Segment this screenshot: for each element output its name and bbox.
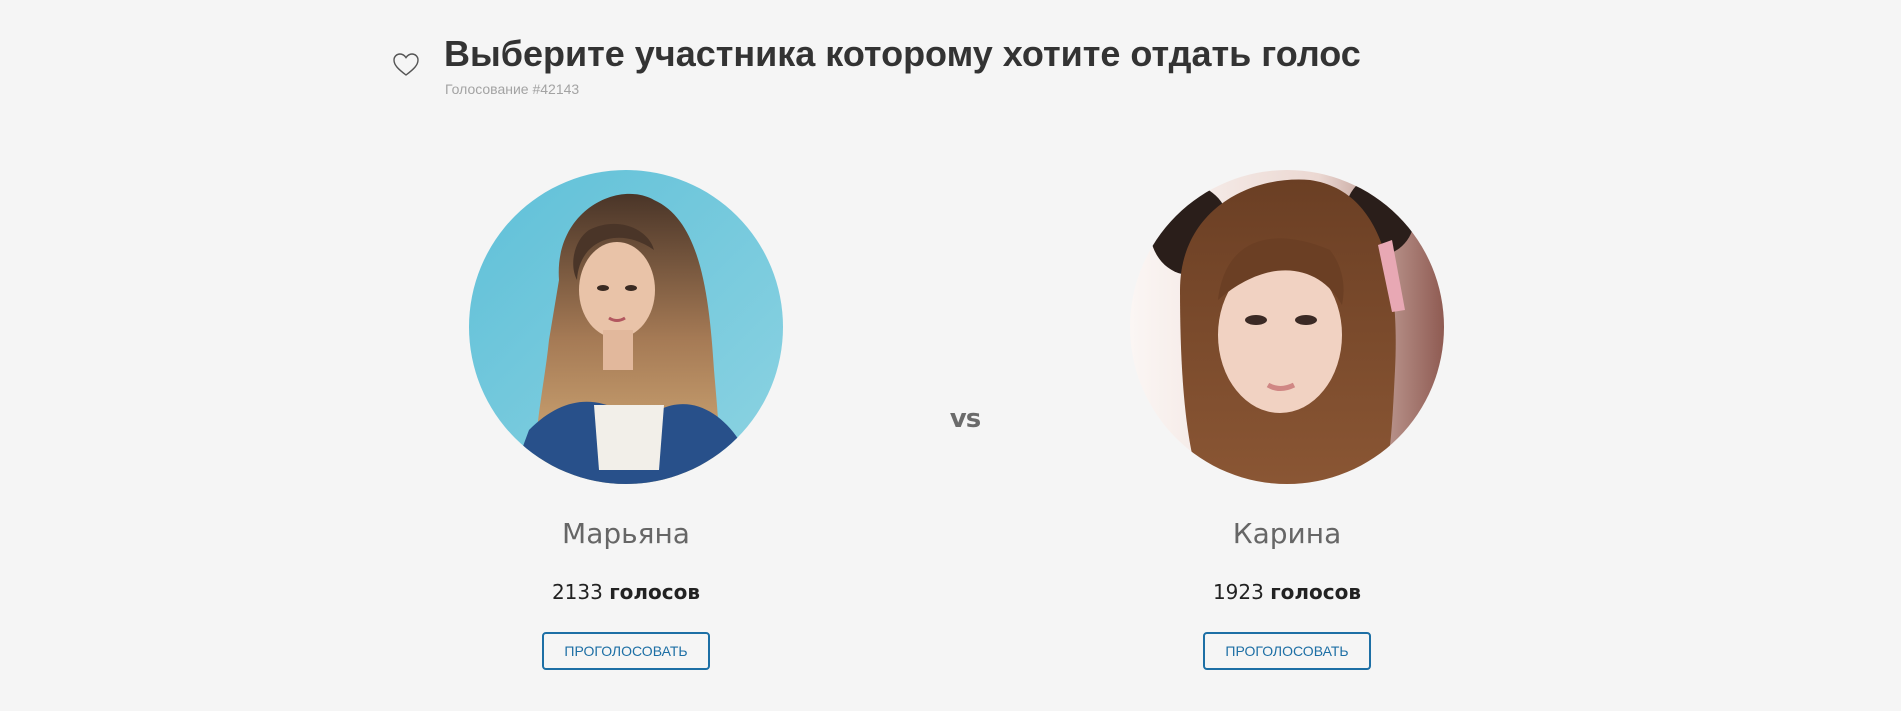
candidate-card-2: Карина 1923 голосов ПРОГОЛОСОВАТЬ [1130,170,1444,675]
vote-button[interactable]: ПРОГОЛОСОВАТЬ [1203,632,1371,670]
candidate-photo [469,170,783,484]
candidate-card-1: Марьяна 2133 голосов ПРОГОЛОСОВАТЬ [469,170,783,675]
vote-count-label: голосов [609,580,701,604]
vote-count: 1923 голосов [1130,580,1444,604]
vs-label: vs [949,404,981,434]
vote-count: 2133 голосов [469,580,783,604]
page-title: Выберите участника которому хотите отдат… [444,33,1361,74]
candidate-name: Карина [1232,517,1342,550]
vote-count-number: 1923 [1212,580,1264,604]
heart-icon[interactable] [392,52,420,78]
vote-count-label: голосов [1270,580,1362,604]
poll-header: Выберите участника которому хотите отдат… [392,30,1492,110]
poll-number: Голосование #42143 [445,81,580,97]
vote-count-number: 2133 [551,580,603,604]
vote-button[interactable]: ПРОГОЛОСОВАТЬ [542,632,710,670]
candidate-photo [1130,170,1444,484]
candidate-name: Марьяна [562,517,690,550]
